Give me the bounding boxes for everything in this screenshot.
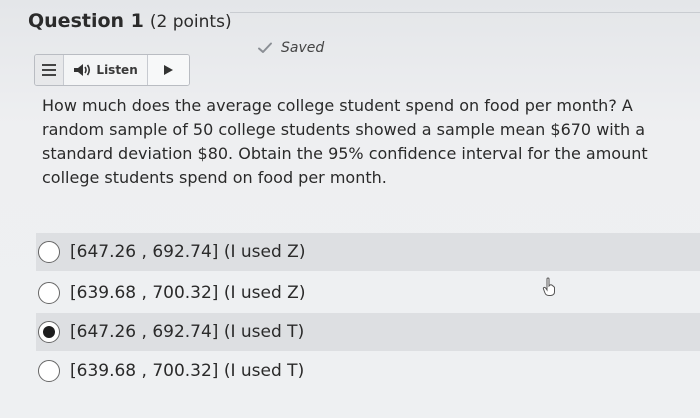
answer-option-4[interactable]: [639.68 , 700.32] (I used T)	[36, 352, 700, 390]
listen-button[interactable]: Listen	[63, 55, 148, 85]
header-divider	[230, 12, 700, 13]
question-text: How much does the average college studen…	[42, 96, 648, 187]
check-icon	[258, 42, 272, 53]
play-icon	[164, 65, 174, 75]
answer-option-3[interactable]: [647.26 , 692.74] (I used T)	[36, 313, 700, 351]
radio-button-selected[interactable]	[38, 321, 60, 343]
question-header: Question 1 (2 points)	[28, 10, 232, 32]
saved-status: Saved	[257, 40, 324, 56]
question-title: Question 1	[28, 10, 144, 32]
question-page: Question 1 (2 points) Saved Listen How m…	[0, 0, 700, 418]
menu-button[interactable]	[35, 55, 64, 85]
answer-option-2[interactable]: [639.68 , 700.32] (I used Z)	[36, 274, 700, 312]
play-button[interactable]	[147, 55, 189, 85]
answer-option-label: [639.68 , 700.32] (I used T)	[70, 361, 305, 381]
saved-label: Saved	[281, 40, 325, 56]
hand-cursor-icon	[542, 277, 555, 296]
menu-icon	[41, 64, 56, 76]
radio-button[interactable]	[38, 241, 60, 263]
answer-option-label: [647.26 , 692.74] (I used Z)	[70, 242, 306, 262]
radio-button[interactable]	[38, 282, 60, 304]
question-points: (2 points)	[149, 12, 232, 32]
listen-label: Listen	[96, 63, 138, 77]
answer-option-1[interactable]: [647.26 , 692.74] (I used Z)	[36, 233, 700, 271]
answer-option-label: [639.68 , 700.32] (I used Z)	[70, 283, 306, 303]
speaker-icon	[74, 64, 91, 76]
radio-button[interactable]	[38, 360, 60, 382]
listen-toolbar: Listen	[34, 54, 190, 86]
answer-option-label: [647.26 , 692.74] (I used T)	[70, 322, 305, 342]
